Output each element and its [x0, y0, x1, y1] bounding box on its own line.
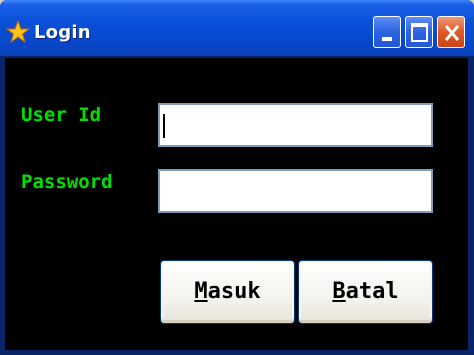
password-input[interactable]	[158, 169, 433, 213]
text-cursor	[163, 114, 165, 138]
batal-button[interactable]: Batal	[298, 260, 433, 324]
maximize-icon	[411, 23, 428, 42]
title-bar[interactable]: Login	[0, 0, 474, 56]
batal-accelerator: B	[332, 279, 346, 304]
password-label: Password	[21, 171, 113, 193]
masuk-accelerator: M	[194, 279, 208, 304]
window-title: Login	[34, 22, 91, 43]
login-window: Login User Id Password Masuk Batal	[0, 0, 474, 355]
minimize-icon	[382, 37, 392, 41]
login-form: User Id Password Masuk Batal	[5, 58, 468, 350]
user-id-input[interactable]	[158, 103, 433, 147]
masuk-button[interactable]: Masuk	[160, 260, 295, 324]
close-icon	[444, 25, 460, 41]
masuk-label: asuk	[207, 279, 261, 304]
minimize-button[interactable]	[373, 16, 401, 48]
maximize-button[interactable]	[405, 16, 433, 48]
close-button[interactable]	[437, 16, 465, 48]
star-icon	[5, 19, 31, 44]
batal-label: atal	[345, 279, 399, 304]
user-id-label: User Id	[21, 104, 102, 126]
